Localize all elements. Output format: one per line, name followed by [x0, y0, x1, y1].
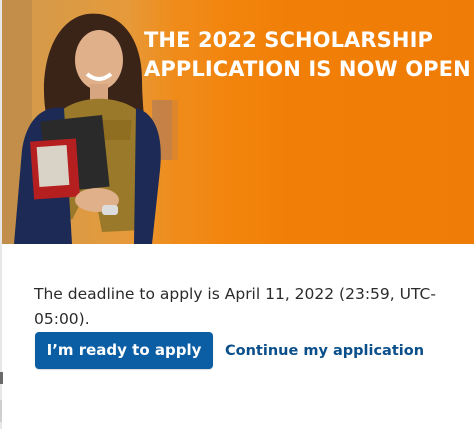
headline-line-1: THE 2022 SCHOLARSHIP [144, 28, 433, 52]
edge-divider [0, 372, 3, 384]
banner-headline: THE 2022 SCHOLARSHIP APPLICATION IS NOW … [144, 26, 474, 84]
edge-divider-lower [0, 400, 2, 422]
scholarship-card: THE 2022 SCHOLARSHIP APPLICATION IS NOW … [0, 0, 474, 429]
deadline-text: The deadline to apply is April 11, 2022 … [34, 284, 436, 328]
hero-banner: THE 2022 SCHOLARSHIP APPLICATION IS NOW … [2, 0, 474, 244]
apply-button[interactable]: I’m ready to apply [35, 332, 213, 369]
continue-application-link[interactable]: Continue my application [225, 343, 424, 359]
headline-line-2: APPLICATION IS NOW OPEN [144, 57, 471, 81]
